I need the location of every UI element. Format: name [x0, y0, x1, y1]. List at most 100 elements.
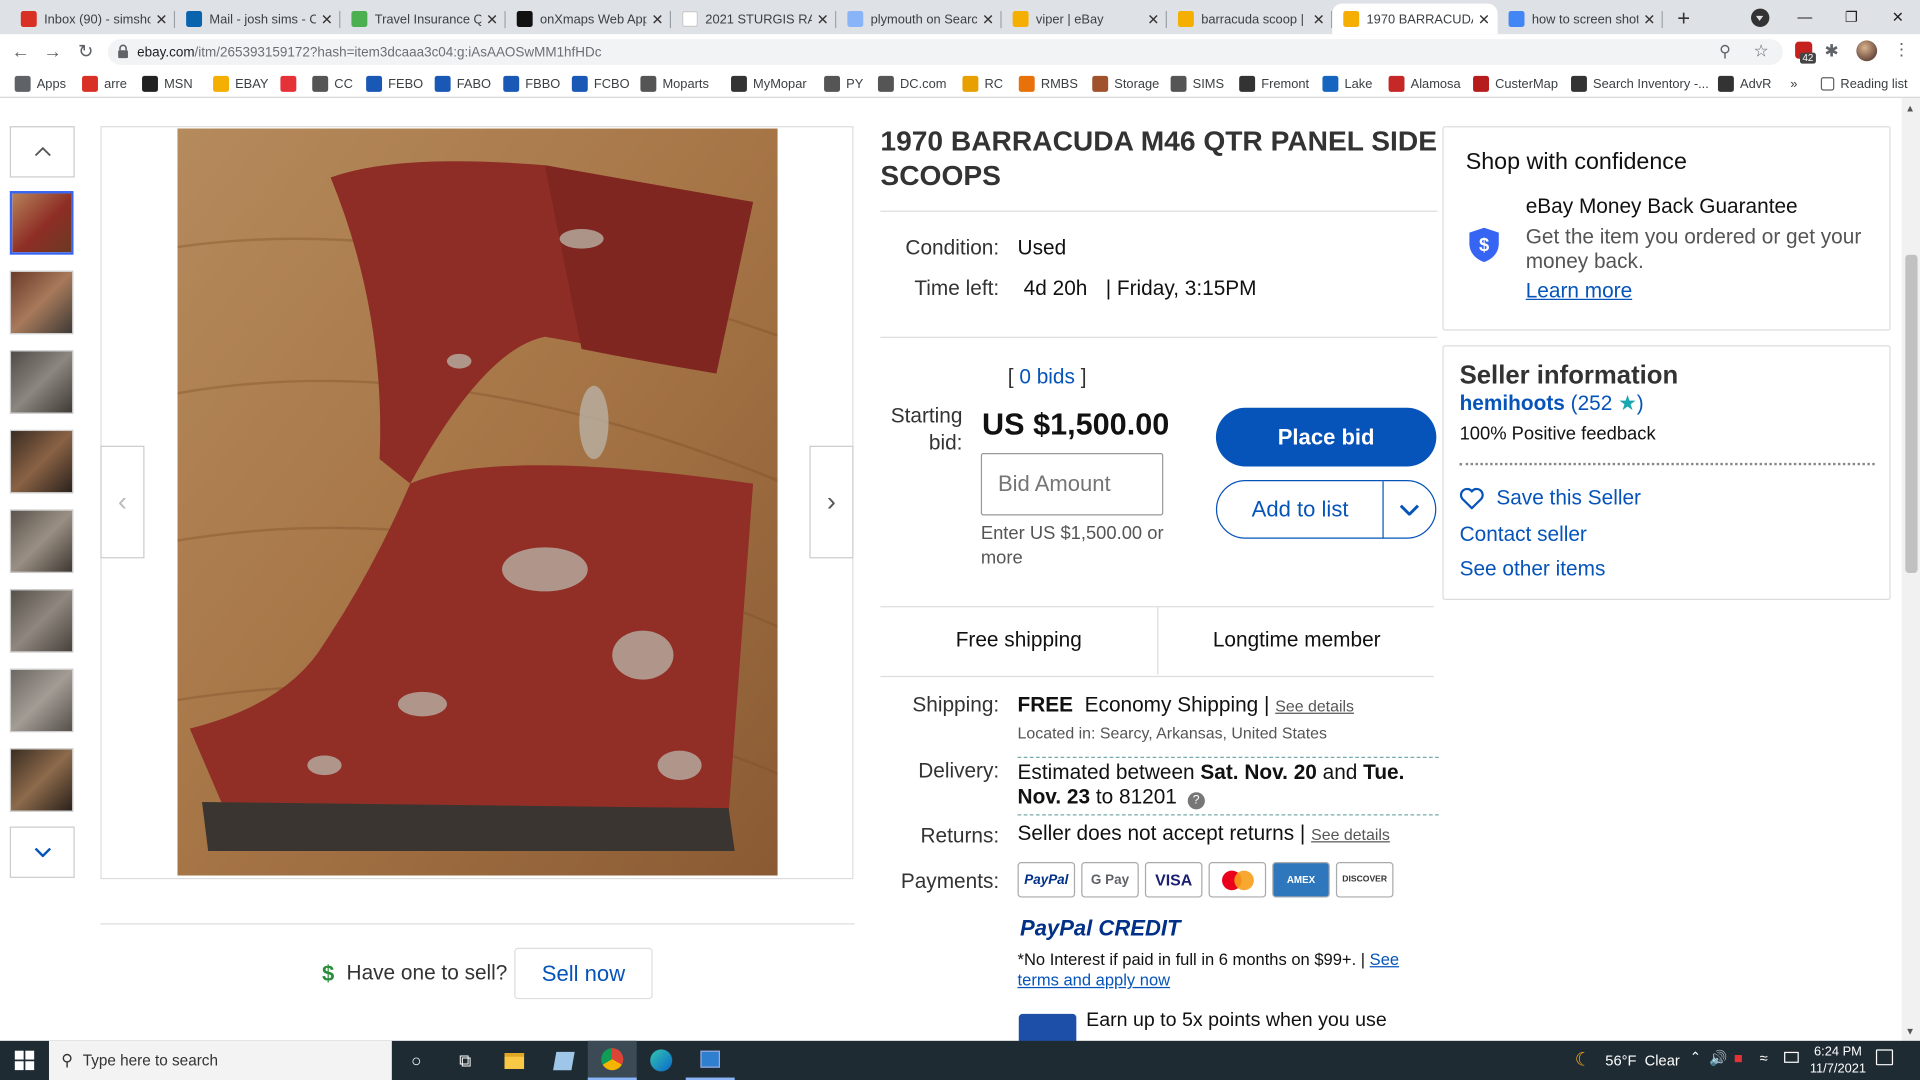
sell-now-button[interactable]: Sell now: [514, 947, 653, 1000]
close-tab-icon[interactable]: ✕: [651, 10, 663, 27]
tab-4[interactable]: 2021 STURGIS RAL ✕: [671, 4, 837, 35]
reload-icon[interactable]: ↻: [70, 36, 102, 68]
clock[interactable]: 6:24 PM 11/7/2021: [1807, 1043, 1868, 1077]
close-tab-icon[interactable]: ✕: [1313, 10, 1325, 27]
windows-start-icon[interactable]: [0, 1041, 49, 1080]
learn-more-link[interactable]: Learn more: [1526, 279, 1632, 303]
bookmark-5[interactable]: CC: [312, 73, 353, 94]
cortana-icon[interactable]: ○: [392, 1041, 441, 1080]
tab-3[interactable]: onXmaps Web App ✕: [506, 4, 672, 35]
bookmark-13[interactable]: DC.com: [877, 73, 946, 94]
close-tab-icon[interactable]: ✕: [982, 10, 994, 27]
thumbnail-2[interactable]: [9, 270, 74, 335]
bookmark-8[interactable]: FBBO: [503, 73, 560, 94]
back-icon[interactable]: ←: [5, 36, 37, 68]
bookmark-18[interactable]: Fremont: [1239, 73, 1309, 94]
battery-icon[interactable]: [1784, 1051, 1799, 1063]
tab-8[interactable]: 1970 BARRACUDA ✕: [1332, 3, 1498, 35]
notifications-icon[interactable]: [1875, 1049, 1894, 1066]
weather-text[interactable]: 56°F Clear: [1605, 1052, 1679, 1069]
photos-icon[interactable]: [685, 1041, 735, 1080]
taskbar-search-box[interactable]: ⚲ Type here to search: [48, 1040, 392, 1080]
minimize-icon[interactable]: —: [1783, 0, 1827, 34]
bids-link[interactable]: 0 bids: [1019, 365, 1075, 388]
close-tab-icon[interactable]: ✕: [486, 10, 498, 27]
close-tab-icon[interactable]: ✕: [817, 10, 829, 27]
profile-avatar[interactable]: [1856, 40, 1878, 62]
save-seller-button[interactable]: Save this Seller: [1459, 486, 1641, 510]
returns-see-details-link[interactable]: See details: [1311, 825, 1390, 843]
thumbs-down-button[interactable]: [9, 826, 75, 878]
app-icon[interactable]: [539, 1041, 588, 1080]
task-view-icon[interactable]: ⧉: [441, 1041, 490, 1080]
extensions-puzzle-icon[interactable]: ✱: [1824, 40, 1838, 61]
tab-2[interactable]: Travel Insurance Q ✕: [340, 4, 506, 35]
close-window-icon[interactable]: ✕: [1876, 0, 1920, 34]
tab-5[interactable]: plymouth on Searc ✕: [836, 4, 1002, 35]
seller-name-link[interactable]: hemihoots: [1460, 392, 1565, 415]
next-image-button[interactable]: ›: [809, 445, 854, 559]
bookmark-20[interactable]: Alamosa: [1388, 73, 1461, 94]
tray-app-icon[interactable]: ■: [1734, 1049, 1743, 1066]
tray-chevron-up-icon[interactable]: ⌃: [1690, 1049, 1701, 1066]
edge-icon[interactable]: [637, 1041, 686, 1080]
bookmarks-overflow-button[interactable]: »: [1790, 73, 1797, 94]
close-tab-icon[interactable]: ✕: [321, 10, 333, 27]
thumbnail-7[interactable]: [9, 668, 74, 733]
bookmark-15[interactable]: RMBS: [1018, 73, 1078, 94]
bookmark-4[interactable]: [280, 73, 302, 94]
thumbnail-1[interactable]: [9, 191, 74, 255]
volume-icon[interactable]: 🔊: [1709, 1049, 1727, 1066]
scroll-up-arrow[interactable]: ▲: [1905, 103, 1915, 114]
add-to-list-button[interactable]: Add to list: [1215, 480, 1437, 539]
help-icon[interactable]: ?: [1187, 792, 1205, 810]
close-tab-icon[interactable]: ✕: [1147, 10, 1159, 27]
tab-0[interactable]: Inbox (90) - simsho ✕: [10, 4, 176, 35]
reading-list-button[interactable]: Reading list: [1820, 73, 1908, 94]
file-explorer-icon[interactable]: [490, 1041, 539, 1080]
thumbnail-3[interactable]: [9, 350, 74, 414]
bookmark-10[interactable]: Moparts: [640, 73, 709, 94]
bookmark-17[interactable]: SIMS: [1170, 73, 1224, 94]
thumbnail-5[interactable]: [9, 509, 74, 574]
tab-6[interactable]: viper | eBay ✕: [1002, 4, 1167, 35]
bookmark-16[interactable]: Storage: [1092, 73, 1159, 94]
bookmark-7[interactable]: FABO: [434, 73, 491, 94]
prev-image-button[interactable]: ‹: [100, 445, 145, 559]
bookmark-11[interactable]: MyMopar: [731, 73, 807, 94]
thumbnail-6[interactable]: [9, 588, 74, 653]
see-other-items-link[interactable]: See other items: [1460, 557, 1606, 581]
shipping-see-details-link[interactable]: See details: [1275, 697, 1354, 715]
add-to-list-dropdown[interactable]: [1383, 481, 1435, 538]
address-bar[interactable]: ebay.com/itm/265393159172?hash=item3dcaa…: [107, 39, 1783, 65]
close-tab-icon[interactable]: ✕: [155, 10, 167, 27]
tab-7[interactable]: barracuda scoop | ✕: [1167, 4, 1333, 35]
contact-seller-link[interactable]: Contact seller: [1460, 523, 1587, 547]
tab-9[interactable]: how to screen shot ✕: [1498, 4, 1663, 35]
chrome-icon[interactable]: [587, 1040, 637, 1080]
scroll-down-arrow[interactable]: ▼: [1905, 1026, 1915, 1037]
close-tab-icon[interactable]: ✕: [1478, 10, 1490, 27]
thumbnail-4[interactable]: [9, 429, 74, 494]
bookmark-12[interactable]: PY: [824, 73, 863, 94]
bookmark-19[interactable]: Lake: [1322, 73, 1372, 94]
bookmark-22[interactable]: Search Inventory -...: [1571, 73, 1709, 94]
bookmark-6[interactable]: FEBO: [366, 73, 423, 94]
bids-count[interactable]: [ 0 bids ]: [1008, 365, 1087, 389]
scrollbar-thumb[interactable]: [1905, 254, 1918, 574]
bookmark-3[interactable]: EBAY: [213, 73, 268, 94]
bookmark-1[interactable]: arre: [82, 73, 127, 94]
close-tab-icon[interactable]: ✕: [1643, 10, 1655, 27]
forward-icon[interactable]: →: [37, 36, 69, 68]
new-tab-button[interactable]: +: [1670, 5, 1697, 32]
bookmark-9[interactable]: FCBO: [571, 73, 630, 94]
thumbs-up-button[interactable]: [9, 126, 75, 178]
network-icon[interactable]: ≈: [1760, 1049, 1768, 1066]
browser-menu-icon[interactable]: ⋮: [1893, 39, 1910, 60]
tab-1[interactable]: Mail - josh sims - O ✕: [175, 4, 341, 35]
bookmark-14[interactable]: RC: [962, 73, 1003, 94]
bid-amount-input[interactable]: [980, 453, 1164, 516]
tab-search-icon[interactable]: [1751, 8, 1770, 27]
bookmark-2[interactable]: MSN: [142, 73, 193, 94]
bookmark-23[interactable]: AdvR: [1717, 73, 1771, 94]
